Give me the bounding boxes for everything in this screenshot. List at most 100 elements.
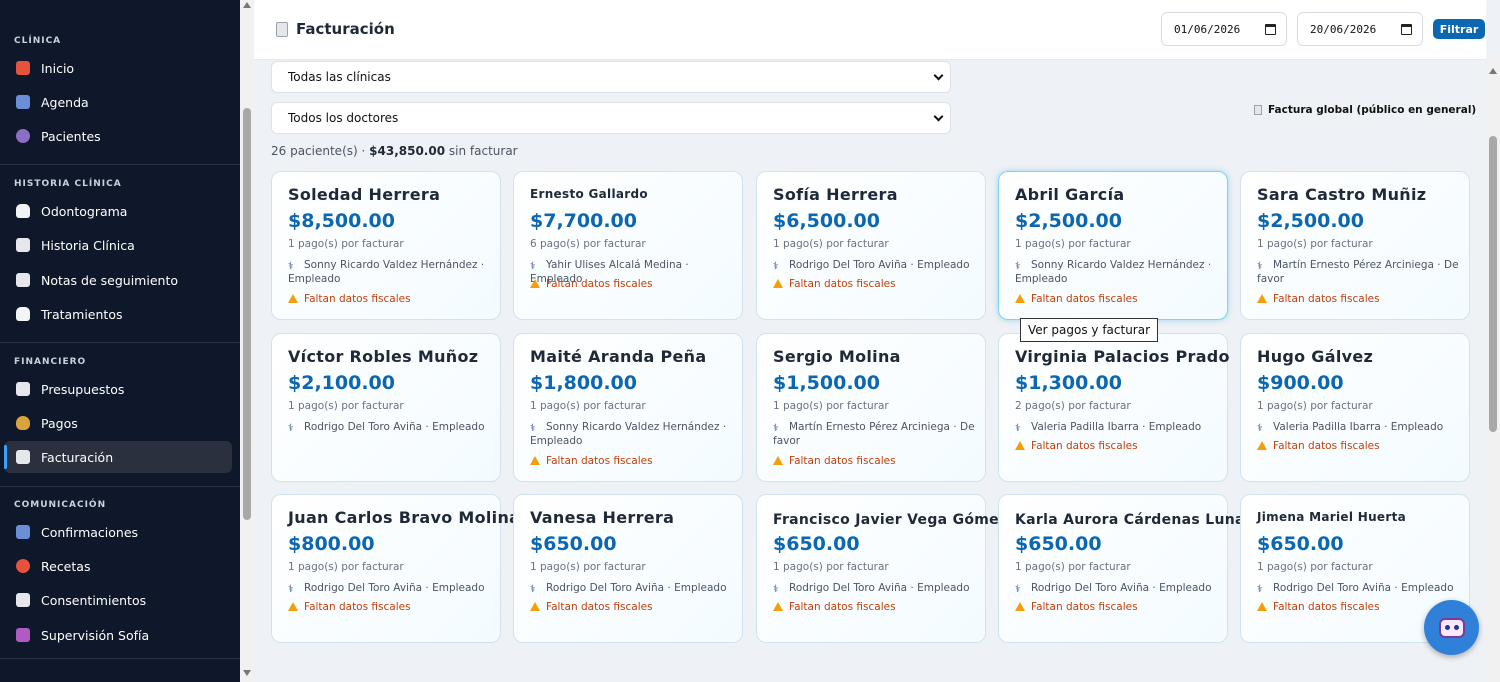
missing-fiscal-data-warning: Faltan datos fiscales — [773, 455, 896, 467]
stethoscope-icon: ⚕ — [773, 584, 779, 595]
patient-amount: $1,300.00 — [1015, 372, 1122, 394]
stethoscope-icon: ⚕ — [1015, 584, 1021, 595]
chevron-down-icon — [933, 70, 944, 81]
warning-icon — [773, 602, 783, 611]
scrollbar-thumb[interactable] — [243, 108, 251, 520]
sidebar-item-recetas[interactable]: Recetas — [4, 550, 232, 582]
warning-icon — [530, 456, 540, 465]
pending-payments: 1 pago(s) por facturar — [288, 561, 404, 573]
date-from-value: 01/06/2026 — [1174, 22, 1241, 36]
date-to-input[interactable]: 20/06/2026 — [1297, 12, 1423, 46]
clinic-select[interactable]: Todas las clínicas — [271, 61, 951, 93]
global-invoice-button[interactable]: Factura global (público en general) — [1254, 100, 1476, 120]
summary-suffix: sin facturar — [448, 144, 518, 158]
patient-card[interactable]: Sara Castro Muñiz $2,500.00 1 pago(s) por … — [1240, 171, 1470, 320]
assistant-fab-button[interactable] — [1424, 600, 1479, 655]
patient-card[interactable]: Virginia Palacios Prado $1,300.00 2 pago(s… — [998, 333, 1230, 482]
stethoscope-icon: ⚕ — [773, 261, 779, 272]
sidebar-item-odontograma[interactable]: Odontograma — [4, 195, 232, 227]
doctor-name: Rodrigo Del Toro Aviña · Empleado — [304, 421, 485, 433]
patient-name: Juan Carlos Bravo Molina — [288, 508, 521, 527]
missing-fiscal-data-warning: Faltan datos fiscales — [773, 278, 896, 290]
sidebar-item-label: Historia Clínica — [41, 237, 135, 253]
patient-name: Francisco Javier Vega Gómez — [773, 512, 1008, 528]
patient-card[interactable]: Hugo Gálvez $900.00 1 pago(s) por facturar… — [1240, 333, 1470, 482]
patient-card[interactable]: Abril García $2,500.00 1 pago(s) por factu… — [998, 171, 1228, 320]
patient-name: Hugo Gálvez — [1257, 347, 1374, 366]
chevron-down-icon — [933, 111, 944, 122]
global-invoice-label: Factura global (público en general) — [1268, 104, 1477, 116]
sidebar-item-facturacion[interactable]: Facturación — [4, 441, 232, 473]
sidebar-item-inicio[interactable]: Inicio — [4, 52, 232, 84]
warning-icon — [1015, 294, 1025, 303]
doctor-name: Rodrigo Del Toro Aviña · Empleado — [1031, 582, 1212, 594]
patient-amount: $7,700.00 — [530, 210, 637, 232]
patient-card[interactable]: Víctor Robles Muñoz $2,100.00 1 pago(s) po… — [271, 333, 501, 482]
sidebar-item-tratamientos[interactable]: Tratamientos — [4, 298, 232, 330]
sidebar-scrollbar[interactable] — [240, 0, 254, 682]
warning-icon — [1257, 602, 1267, 611]
pending-payments: 6 pago(s) por facturar — [530, 238, 646, 250]
warning-icon — [530, 279, 540, 288]
doctor-select[interactable]: Todos los doctores — [271, 102, 951, 134]
doctor-line: ⚕ Sonny Ricardo Valdez Hernández · Emplea… — [288, 258, 498, 286]
patient-name: Sergio Molina — [773, 347, 901, 366]
users-icon — [16, 129, 30, 143]
sidebar-item-notas[interactable]: Notas de seguimiento — [4, 264, 232, 296]
missing-fiscal-data-warning: Faltan datos fiscales — [1015, 601, 1138, 613]
missing-fiscal-data-warning: Faltan datos fiscales — [1015, 293, 1138, 305]
sidebar-item-label: Presupuestos — [41, 381, 125, 397]
sidebar-item-label: Facturación — [41, 449, 114, 465]
sidebar-item-pacientes[interactable]: Pacientes — [4, 120, 232, 152]
invoice-icon — [16, 450, 30, 464]
section-financiero: FINANCIERO — [14, 357, 87, 367]
patient-amount: $650.00 — [773, 533, 860, 555]
main-scrollbar[interactable] — [1486, 60, 1500, 682]
scroll-down-icon[interactable] — [243, 670, 251, 676]
doctor-line: ⚕ Rodrigo Del Toro Aviña · Empleado — [773, 258, 983, 272]
sidebar-item-presupuestos[interactable]: Presupuestos — [4, 373, 232, 405]
filter-button[interactable]: Filtrar — [1433, 19, 1485, 39]
pill-icon — [13, 556, 33, 576]
sidebar-item-pagos[interactable]: Pagos — [4, 407, 232, 439]
scrollbar-thumb[interactable] — [1489, 136, 1497, 432]
patient-card[interactable]: Karla Aurora Cárdenas Luna $650.00 1 pago(… — [998, 494, 1244, 643]
patient-card[interactable]: Sofía Herrera $6,500.00 1 pago(s) por fact… — [756, 171, 986, 320]
patient-card[interactable]: Ernesto Gallardo $7,700.00 6 pago(s) por f… — [513, 171, 743, 320]
patient-card[interactable]: Sergio Molina $1,500.00 1 pago(s) por fact… — [756, 333, 986, 482]
scroll-up-icon[interactable] — [1489, 68, 1497, 74]
patient-amount: $650.00 — [1015, 533, 1102, 555]
patient-count: 26 paciente(s) · — [271, 144, 366, 158]
document-icon — [16, 593, 30, 607]
warning-text: Faltan datos fiscales — [546, 601, 653, 613]
date-from-input[interactable]: 01/06/2026 — [1161, 12, 1287, 46]
patient-amount: $1,800.00 — [530, 372, 637, 394]
patient-name: Maité Aranda Peña — [530, 347, 707, 366]
doctor-line: ⚕ Valeria Padilla Ibarra · Empleado — [1015, 420, 1225, 434]
sidebar-item-confirmaciones[interactable]: Confirmaciones — [4, 516, 232, 548]
sidebar-item-consentimientos[interactable]: Consentimientos — [4, 584, 232, 616]
patient-name: Virginia Palacios Prado — [1015, 347, 1230, 366]
patient-card[interactable]: Juan Carlos Bravo Molina $800.00 1 pago(s)… — [271, 494, 520, 643]
patient-name: Vanesa Herrera — [530, 508, 675, 527]
calendar-icon[interactable] — [1265, 24, 1276, 35]
patient-card[interactable]: Maité Aranda Peña $1,800.00 1 pago(s) por … — [513, 333, 743, 482]
stethoscope-icon: ⚕ — [288, 584, 294, 595]
scroll-up-icon[interactable] — [243, 2, 251, 8]
doctor-line: ⚕ Sonny Ricardo Valdez Hernández · Emplea… — [530, 420, 740, 448]
invoice-icon — [1254, 105, 1262, 115]
calendar-icon[interactable] — [1401, 24, 1412, 35]
patient-card[interactable]: Francisco Javier Vega Gómez $650.00 1 pago… — [756, 494, 1007, 643]
pending-payments: 1 pago(s) por facturar — [1257, 400, 1373, 412]
patient-card[interactable]: Vanesa Herrera $650.00 1 pago(s) por factu… — [513, 494, 743, 643]
total-amount: $43,850.00 — [369, 144, 446, 158]
sidebar-item-agenda[interactable]: Agenda — [4, 86, 232, 118]
patient-card[interactable]: Soledad Herrera $8,500.00 1 pago(s) por fa… — [271, 171, 501, 320]
missing-fiscal-data-warning: Faltan datos fiscales — [530, 601, 653, 613]
warning-text: Faltan datos fiscales — [1273, 601, 1380, 613]
warning-text: Faltan datos fiscales — [304, 601, 411, 613]
sidebar-item-historia-clinica[interactable]: Historia Clínica — [4, 229, 232, 261]
patient-amount: $2,100.00 — [288, 372, 395, 394]
sidebar-item-supervision[interactable]: Supervisión Sofía — [4, 619, 232, 651]
patient-amount: $900.00 — [1257, 372, 1344, 394]
